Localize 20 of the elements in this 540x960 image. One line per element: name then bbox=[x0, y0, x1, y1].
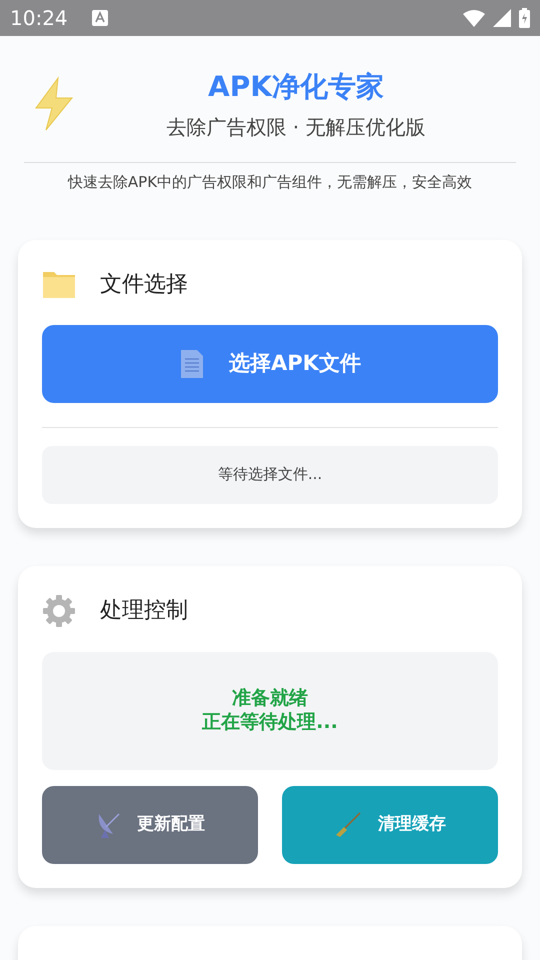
card-title: 处理控制 bbox=[100, 597, 188, 625]
notification-icon bbox=[92, 10, 108, 26]
broom-icon bbox=[334, 810, 362, 838]
app-title: APK净化专家 bbox=[207, 69, 385, 105]
lightning-icon bbox=[32, 76, 76, 132]
process-status: 准备就绪 正在等待处理... bbox=[42, 652, 498, 770]
gear-icon bbox=[42, 594, 76, 628]
wifi-icon bbox=[463, 9, 485, 27]
clear-cache-button[interactable]: 清理缓存 bbox=[282, 786, 498, 864]
app-description: 快速去除APK中的广告权限和广告组件，无需解压，安全高效 bbox=[66, 172, 474, 193]
battery-icon bbox=[519, 8, 530, 28]
app-subtitle: 去除广告权限 · 无解压优化版 bbox=[165, 114, 427, 141]
update-config-button[interactable]: 更新配置 bbox=[42, 786, 258, 864]
select-apk-button[interactable]: 选择APK文件 bbox=[42, 324, 498, 402]
status-time: 10:24 bbox=[10, 5, 68, 32]
folder-icon bbox=[42, 269, 76, 299]
card-title: 文件选择 bbox=[100, 270, 188, 298]
document-icon bbox=[179, 348, 206, 378]
file-status: 等待选择文件... bbox=[42, 446, 498, 504]
signal-icon bbox=[493, 9, 511, 27]
